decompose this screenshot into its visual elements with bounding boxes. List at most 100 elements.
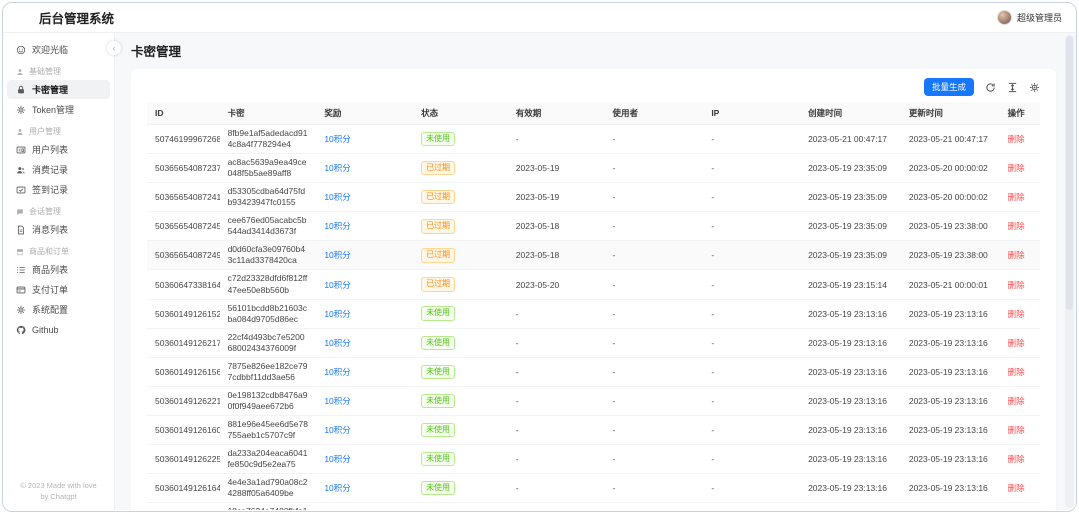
cell-ip: -: [703, 241, 800, 270]
cell-created-time: 2023-05-19 23:13:16: [800, 299, 901, 328]
sidebar-item-12[interactable]: 支付订单: [7, 280, 110, 299]
reward-link[interactable]: 10积分: [324, 425, 350, 435]
delete-button[interactable]: 删除: [1008, 367, 1025, 377]
cell-ip: -: [703, 415, 800, 444]
cell-validity: -: [508, 503, 605, 510]
sidebar-group-8: 会话管理: [3, 204, 114, 219]
table-card: 批量生成 ID卡密奖励状态有效期使用者IP创建时间更新时间操作 50746199…: [131, 69, 1056, 510]
delete-button[interactable]: 删除: [1008, 454, 1025, 464]
cell-action: 删除: [1000, 183, 1040, 212]
column-header-0: ID: [147, 102, 220, 125]
cell-updated-time: 2023-05-21 00:47:17: [901, 125, 1000, 154]
reward-link[interactable]: 10积分: [324, 483, 350, 493]
cell-id: 50365654087241728: [147, 183, 220, 212]
cell-user: -: [605, 299, 704, 328]
cell-id: 50360149126217728: [147, 328, 220, 357]
cell-ip: -: [703, 357, 800, 386]
app-header: 后台管理系统 超级管理员: [3, 3, 1076, 33]
delete-button[interactable]: 删除: [1008, 221, 1025, 231]
delete-button[interactable]: 删除: [1008, 338, 1025, 348]
vertical-scrollbar[interactable]: [1065, 35, 1074, 508]
reward-link[interactable]: 10积分: [324, 192, 350, 202]
reward-link[interactable]: 10积分: [324, 280, 350, 290]
table-row: 50365654087241728d53305cdba64d75fdb93423…: [147, 183, 1040, 212]
reward-link[interactable]: 10积分: [324, 454, 350, 464]
reward-link[interactable]: 10积分: [324, 134, 350, 144]
cell-ip: -: [703, 445, 800, 474]
delete-button[interactable]: 删除: [1008, 163, 1025, 173]
cell-ip: -: [703, 154, 800, 183]
delete-button[interactable]: 删除: [1008, 425, 1025, 435]
sidebar-item-2[interactable]: 卡密管理: [7, 80, 110, 99]
avatar[interactable]: [997, 10, 1012, 25]
cell-updated-time: 2023-05-19 23:13:16: [901, 386, 1000, 415]
delete-button[interactable]: 删除: [1008, 134, 1025, 144]
cell-reward: 10积分: [316, 474, 413, 503]
table-row: 50360149126160384881e96e45ee6d5e78755aeb…: [147, 415, 1040, 444]
cell-updated-time: 2023-05-19 23:13:16: [901, 415, 1000, 444]
reward-link[interactable]: 10积分: [324, 367, 350, 377]
cell-key: 8fb9e1af5adedacd914c8a4f778294e4: [220, 125, 317, 154]
status-badge: 未使用: [421, 423, 455, 437]
main-content: 卡密管理 批量生成 ID卡密奖励状态有效期使用者IP创建时间更新时间操作 507…: [115, 33, 1076, 510]
reward-link[interactable]: 10积分: [324, 163, 350, 173]
column-height-icon[interactable]: [1007, 82, 1018, 93]
cell-created-time: 2023-05-19 23:13:16: [800, 328, 901, 357]
cell-user: -: [605, 328, 704, 357]
sidebar-item-label: 卡密管理: [32, 83, 68, 96]
delete-button[interactable]: 删除: [1008, 309, 1025, 319]
cell-action: 删除: [1000, 212, 1040, 241]
cell-validity: 2023-05-18: [508, 241, 605, 270]
delete-button[interactable]: 删除: [1008, 483, 1025, 493]
setting-icon[interactable]: [1029, 82, 1040, 93]
sidebar-item-label: Token管理: [32, 103, 74, 116]
sidebar-menu: 欢迎光临基础管理卡密管理Token管理用户管理用户列表消费记录签到记录会话管理消…: [3, 40, 114, 339]
sidebar-item-6[interactable]: 消费记录: [7, 160, 110, 179]
cell-status: 已过期: [413, 154, 508, 183]
status-badge: 未使用: [421, 481, 455, 495]
footer-author: by Chatgpt: [3, 491, 114, 503]
scrollbar-thumb[interactable]: [1066, 36, 1073, 310]
cell-status: 未使用: [413, 299, 508, 328]
cell-created-time: 2023-05-19 23:35:09: [800, 212, 901, 241]
setting-icon: [16, 305, 26, 315]
delete-button[interactable]: 删除: [1008, 250, 1025, 260]
cell-validity: -: [508, 474, 605, 503]
sidebar-collapse-icon[interactable]: ‹: [107, 41, 121, 55]
sidebar-item-7[interactable]: 签到记录: [7, 180, 110, 199]
status-badge: 未使用: [421, 365, 455, 379]
lock-icon: [16, 85, 26, 95]
cell-user: -: [605, 270, 704, 299]
cell-user: -: [605, 212, 704, 241]
reward-link[interactable]: 10积分: [324, 221, 350, 231]
sidebar-item-9[interactable]: 消息列表: [7, 220, 110, 239]
sidebar-item-5[interactable]: 用户列表: [7, 140, 110, 159]
sidebar-item-3[interactable]: Token管理: [7, 100, 110, 119]
reward-link[interactable]: 10积分: [324, 309, 350, 319]
reward-link[interactable]: 10积分: [324, 250, 350, 260]
footer-copyright: © 2023 Made with love: [3, 480, 114, 492]
batch-generate-button[interactable]: 批量生成: [924, 78, 974, 96]
reward-link[interactable]: 10积分: [324, 396, 350, 406]
cell-key: d0d60cfa3e09760b43c11ad3378420ca: [220, 241, 317, 270]
cell-reward: 10积分: [316, 503, 413, 510]
delete-button[interactable]: 删除: [1008, 280, 1025, 290]
cell-created-time: 2023-05-19 23:35:09: [800, 183, 901, 212]
table-row: 503601491261562887875e826ee182ce797cdbbf…: [147, 357, 1040, 386]
sidebar-item-11[interactable]: 商品列表: [7, 260, 110, 279]
cell-action: 删除: [1000, 503, 1040, 510]
cell-user: -: [605, 125, 704, 154]
cell-id: 50360149126164480: [147, 474, 220, 503]
sidebar-item-14[interactable]: Github: [7, 320, 110, 339]
sidebar-item-13[interactable]: 系统配置: [7, 300, 110, 319]
reload-icon[interactable]: [985, 82, 996, 93]
sidebar-item-0[interactable]: 欢迎光临: [7, 40, 110, 59]
user-menu[interactable]: 超级管理员: [997, 10, 1062, 25]
cell-validity: -: [508, 386, 605, 415]
cell-updated-time: 2023-05-19 23:38:00: [901, 241, 1000, 270]
app-body: 欢迎光临基础管理卡密管理Token管理用户管理用户列表消费记录签到记录会话管理消…: [3, 33, 1076, 510]
delete-button[interactable]: 删除: [1008, 396, 1025, 406]
reward-link[interactable]: 10积分: [324, 338, 350, 348]
cell-action: 删除: [1000, 270, 1040, 299]
delete-button[interactable]: 删除: [1008, 192, 1025, 202]
